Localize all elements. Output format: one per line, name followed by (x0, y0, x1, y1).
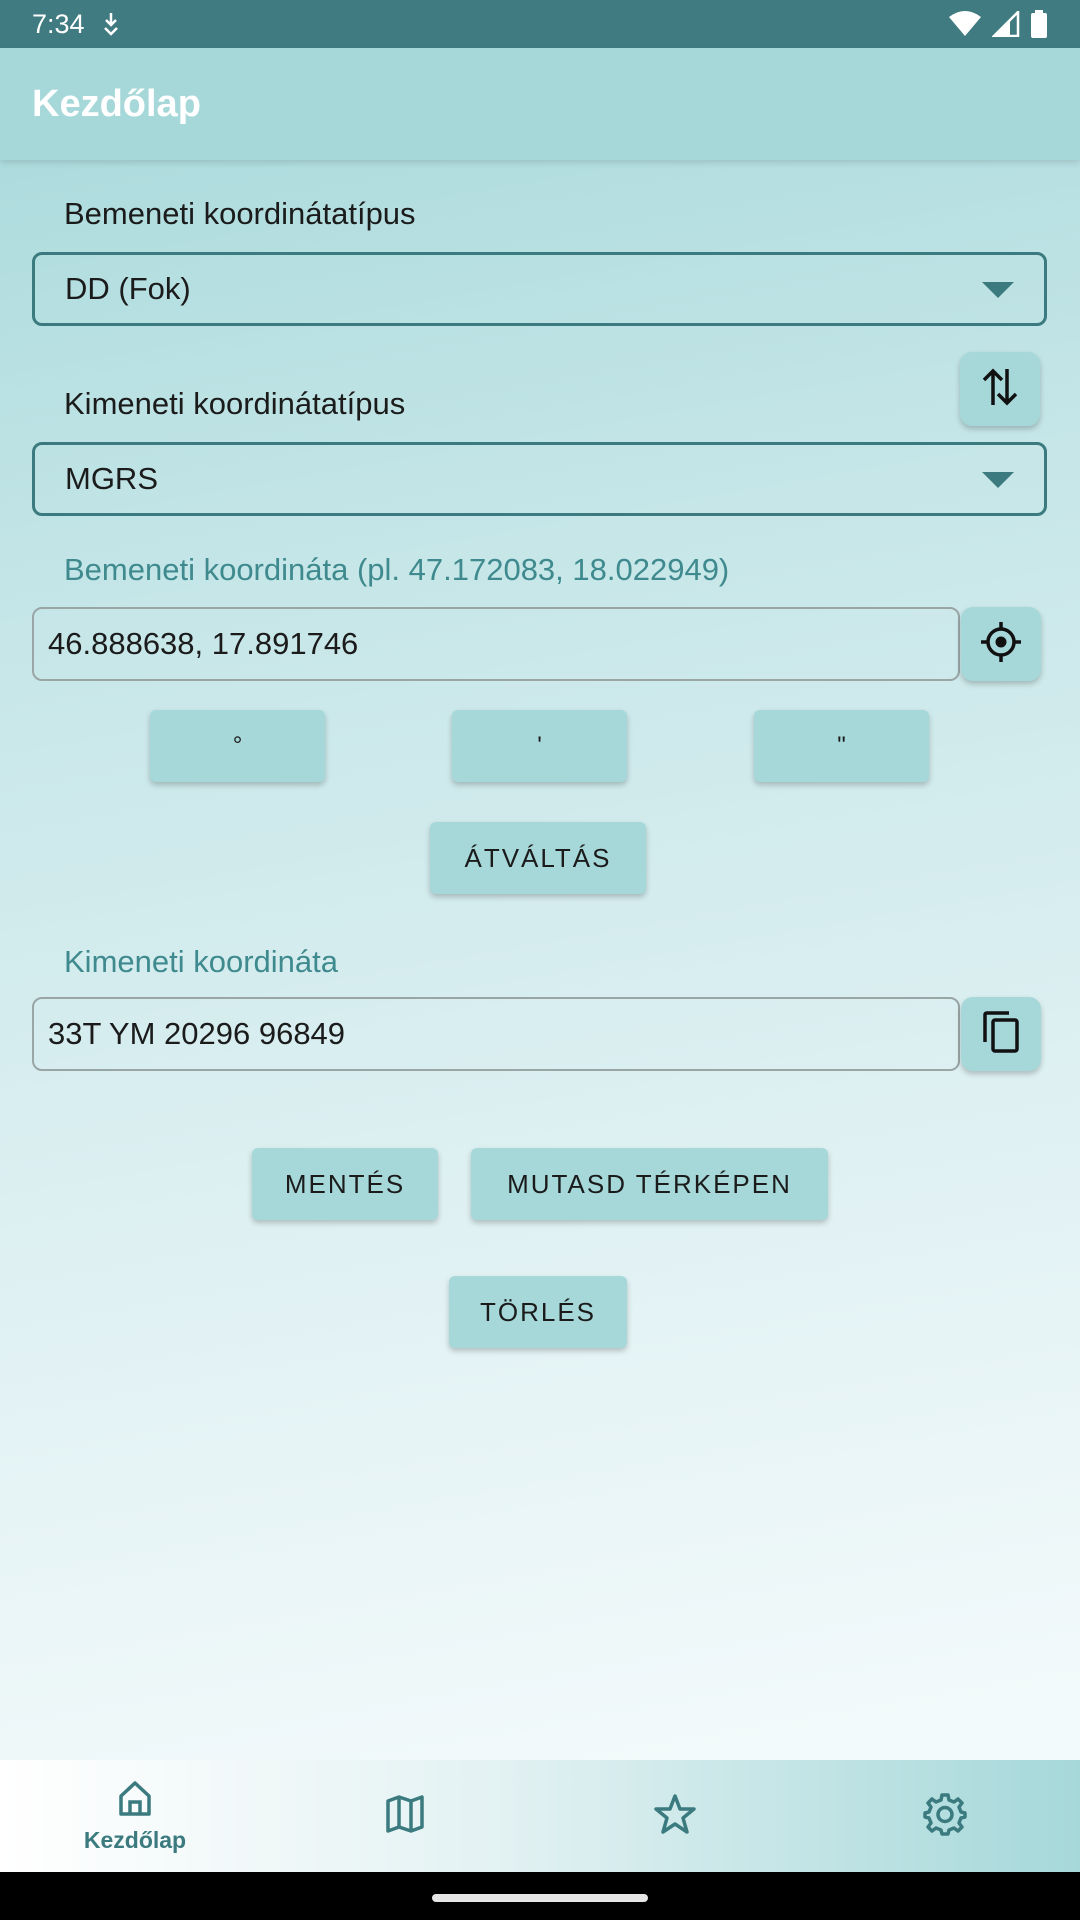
status-right (948, 10, 1048, 38)
degree-symbol-button[interactable]: ° (150, 710, 325, 782)
system-navigation-bar (0, 1872, 1080, 1920)
input-coordinate-field[interactable]: 46.888638, 17.891746 (32, 607, 960, 681)
dropdown-arrow-icon (982, 282, 1014, 298)
download-notification-icon (101, 11, 121, 37)
page-title: Kezdőlap (32, 82, 201, 125)
copy-icon (981, 1010, 1021, 1059)
input-type-label: Bemeneti koordinátatípus (64, 196, 416, 231)
settings-icon (923, 1792, 967, 1841)
battery-icon (1030, 10, 1048, 38)
input-type-dropdown[interactable]: DD (Fok) (32, 252, 1047, 326)
output-type-dropdown[interactable]: MGRS (32, 442, 1047, 516)
wifi-icon (948, 11, 982, 37)
show-on-map-button[interactable]: MUTASD TÉRKÉPEN (471, 1148, 828, 1220)
signal-icon (992, 11, 1020, 37)
minute-symbol-button[interactable]: ' (452, 710, 627, 782)
second-symbol-button[interactable]: " (754, 710, 929, 782)
output-coordinate-label: Kimeneti koordináta (64, 944, 338, 979)
nav-item-favorites[interactable] (540, 1760, 810, 1872)
input-type-selected: DD (Fok) (65, 271, 191, 306)
save-button[interactable]: MENTÉS (252, 1148, 438, 1220)
status-time: 7:34 (32, 8, 85, 39)
status-left: 7:34 (32, 9, 121, 40)
star-icon (654, 1793, 696, 1840)
input-coordinate-value: 46.888638, 17.891746 (48, 626, 359, 661)
nav-label-home: Kezdőlap (83, 1827, 187, 1853)
output-coordinate-value: 33T YM 20296 96849 (48, 1016, 346, 1051)
status-bar: 7:34 (0, 0, 1080, 48)
app-bar: Kezdőlap (0, 48, 1080, 160)
map-icon (384, 1793, 426, 1840)
output-coordinate-field[interactable]: 33T YM 20296 96849 (32, 997, 960, 1071)
output-type-selected: MGRS (65, 461, 158, 496)
home-icon (115, 1778, 155, 1823)
swap-vertical-icon (980, 365, 1020, 414)
nav-item-settings[interactable] (810, 1760, 1080, 1872)
nav-item-map[interactable] (270, 1760, 540, 1872)
gps-target-icon (979, 620, 1023, 669)
input-coordinate-label: Bemeneti koordináta (pl. 47.172083, 18.0… (64, 552, 730, 587)
convert-button[interactable]: ÁTVÁLTÁS (430, 822, 646, 894)
nav-item-home[interactable]: Kezdőlap (0, 1760, 270, 1872)
bottom-navigation: Kezdőlap (0, 1760, 1080, 1872)
copy-button[interactable] (961, 997, 1041, 1071)
my-location-button[interactable] (961, 607, 1041, 681)
output-type-label: Kimeneti koordinátatípus (64, 386, 406, 421)
delete-button[interactable]: TÖRLÉS (449, 1276, 627, 1348)
dropdown-arrow-icon (982, 472, 1014, 488)
swap-types-button[interactable] (960, 352, 1040, 426)
home-gesture-handle[interactable] (432, 1894, 648, 1902)
